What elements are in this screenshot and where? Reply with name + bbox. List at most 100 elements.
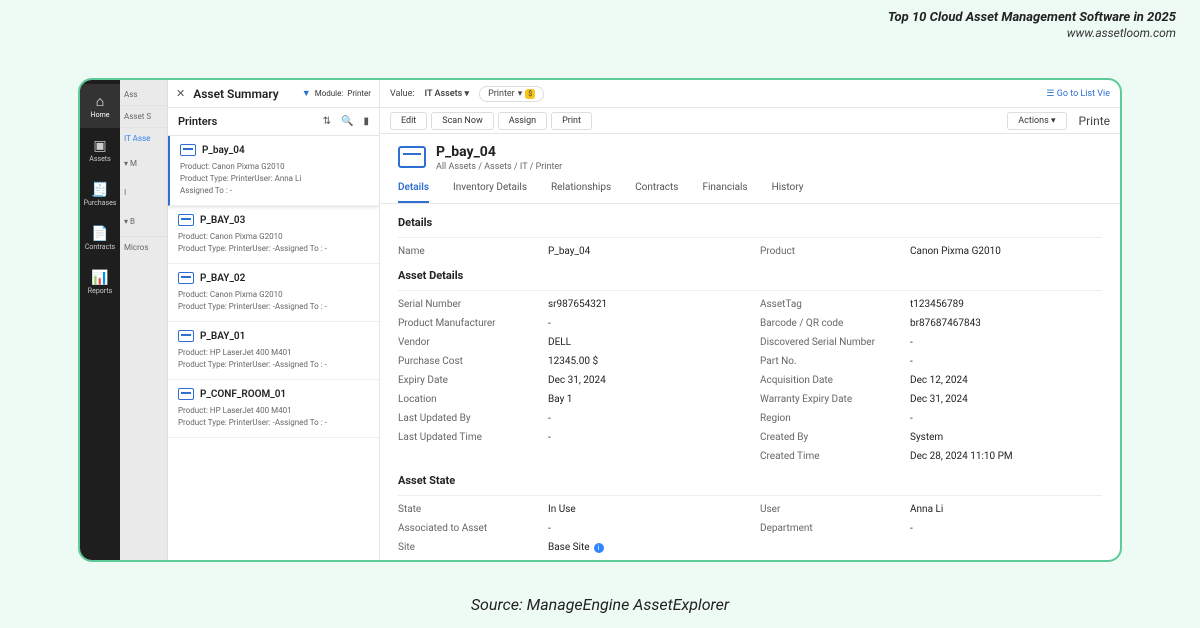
- panel-header: ✕ Asset Summary ▼ Module: Printer: [168, 80, 379, 108]
- printer-meta: Product: HP LaserJet 400 M401: [178, 347, 369, 359]
- filter-icon[interactable]: ▮: [363, 116, 369, 127]
- label-state: State: [398, 504, 528, 515]
- context-bar: Value: IT Assets ▾ Printer ▾ $ ☰ Go to L…: [380, 80, 1120, 108]
- label-associated-asset: Associated to Asset: [398, 523, 528, 534]
- banner-url: www.assetloom.com: [1067, 26, 1176, 40]
- tab-relationships[interactable]: Relationships: [551, 182, 611, 203]
- printer-icon: [178, 388, 194, 400]
- printer-icon: [180, 144, 196, 156]
- label-asset-tag: AssetTag: [760, 299, 890, 310]
- label-region: Region: [760, 413, 890, 424]
- printer-list-item[interactable]: P_CONF_ROOM_01Product: HP LaserJet 400 M…: [168, 380, 379, 438]
- filter-icon: ▼: [302, 88, 311, 99]
- chevron-down-icon[interactable]: ▾ B: [120, 207, 167, 236]
- print-button[interactable]: Print: [551, 112, 592, 130]
- value-region: -: [910, 413, 1102, 424]
- printer-icon: [398, 146, 426, 168]
- printer-meta: Product Type: PrinterUser: -Assigned To …: [178, 359, 369, 371]
- printer-meta: Product Type: PrinterUser: -Assigned To …: [178, 417, 369, 429]
- secondary-nav-item-active[interactable]: IT Asse: [120, 127, 167, 149]
- label-user: User: [760, 504, 890, 515]
- nav-assets[interactable]: ▣ Assets: [80, 128, 120, 172]
- value-dropdown[interactable]: IT Assets ▾: [425, 89, 470, 99]
- value-label: Value:: [390, 89, 415, 99]
- cube-icon: ▣: [93, 138, 106, 154]
- module-filter[interactable]: ▼ Module: Printer: [302, 88, 371, 99]
- value-created-by: System: [910, 432, 1102, 443]
- value-discovered-serial: -: [910, 337, 1102, 348]
- printer-list-item[interactable]: P_BAY_03Product: Canon Pixma G2010Produc…: [168, 206, 379, 264]
- value-associated-asset: -: [548, 523, 740, 534]
- tab-financials[interactable]: Financials: [702, 182, 747, 203]
- nav-label: Home: [91, 112, 110, 119]
- value-serial: sr987654321: [548, 299, 740, 310]
- value-name: P_bay_04: [548, 246, 740, 257]
- printer-list-item[interactable]: P_BAY_01Product: HP LaserJet 400 M401Pro…: [168, 322, 379, 380]
- printer-name: P_CONF_ROOM_01: [200, 389, 286, 400]
- label-serial: Serial Number: [398, 299, 528, 310]
- label-expiry-date: Expiry Date: [398, 375, 528, 386]
- tab-details[interactable]: Details: [398, 182, 429, 203]
- panel-title: Asset Summary: [193, 87, 302, 101]
- tab-inventory-details[interactable]: Inventory Details: [453, 182, 527, 203]
- secondary-nav-item[interactable]: Asset S: [120, 105, 167, 127]
- close-icon[interactable]: ✕: [176, 87, 185, 100]
- secondary-nav-item[interactable]: Micros: [120, 236, 167, 258]
- value-location: Bay 1: [548, 394, 740, 405]
- label-purchase-cost: Purchase Cost: [398, 356, 528, 367]
- printer-meta: Product: Canon Pixma G2010: [178, 231, 369, 243]
- printer-meta: Product: Canon Pixma G2010: [180, 161, 369, 173]
- printer-list-panel: ✕ Asset Summary ▼ Module: Printer Printe…: [168, 80, 380, 560]
- secondary-nav: Ass Asset S IT Asse ▾ M I ▾ B Micros: [120, 80, 168, 560]
- asset-title: P_bay_04: [436, 144, 562, 160]
- label-part-no: Part No.: [760, 356, 890, 367]
- info-icon[interactable]: i: [594, 543, 604, 553]
- nav-label: Reports: [88, 288, 112, 295]
- label-site: Site: [398, 542, 528, 553]
- printer-pill[interactable]: Printer ▾ $: [479, 86, 544, 102]
- label-created-time: Created Time: [760, 451, 890, 462]
- value-purchase-cost: 12345.00 $: [548, 356, 740, 367]
- sort-icon[interactable]: ⇅: [323, 116, 331, 127]
- secondary-nav-item[interactable]: I: [120, 178, 167, 207]
- printer-list-item[interactable]: P_bay_04Product: Canon Pixma G2010Produc…: [168, 136, 379, 206]
- label-acquisition-date: Acquisition Date: [760, 375, 890, 386]
- value-asset-tag: t123456789: [910, 299, 1102, 310]
- go-to-list-view-link[interactable]: ☰ Go to List Vie: [1046, 89, 1110, 99]
- label-warranty-expiry: Warranty Expiry Date: [760, 394, 890, 405]
- nav-home[interactable]: ⌂ Home: [80, 84, 120, 128]
- nav-label: Contracts: [85, 244, 115, 251]
- assign-button[interactable]: Assign: [498, 112, 547, 130]
- banner-title: Top 10 Cloud Asset Management Software i…: [888, 10, 1176, 25]
- label-vendor: Vendor: [398, 337, 528, 348]
- scan-now-button[interactable]: Scan Now: [431, 112, 493, 130]
- details-content: Details Name P_bay_04 Product Canon Pixm…: [380, 204, 1120, 560]
- tab-contracts[interactable]: Contracts: [635, 182, 678, 203]
- tab-history[interactable]: History: [772, 182, 804, 203]
- edit-button[interactable]: Edit: [390, 112, 427, 130]
- section-title-asset-state: Asset State: [398, 462, 1102, 496]
- home-icon: ⌂: [96, 93, 104, 110]
- nav-reports[interactable]: 📊 Reports: [80, 260, 120, 304]
- list-title: Printers: [178, 115, 217, 128]
- breadcrumb[interactable]: All Assets / Assets / IT / Printer: [436, 162, 562, 172]
- printer-list: P_bay_04 Product: Canon Pixma G2010 Produc…: [168, 136, 379, 560]
- nav-contracts[interactable]: 📄 Contracts: [80, 216, 120, 260]
- chart-icon: 📊: [91, 270, 108, 286]
- label-name: Name: [398, 246, 528, 257]
- value-department: -: [910, 523, 1102, 534]
- section-title-asset-details: Asset Details: [398, 257, 1102, 291]
- printer-name: P_BAY_02: [200, 273, 245, 284]
- nav-label: Purchases: [84, 200, 117, 207]
- value-part-no: -: [910, 356, 1102, 367]
- nav-purchases[interactable]: 🧾 Purchases: [80, 172, 120, 216]
- chevron-down-icon[interactable]: ▾ M: [120, 149, 167, 178]
- actions-dropdown[interactable]: Actions ▾: [1007, 112, 1066, 130]
- printer-list-item[interactable]: P_BAY_02Product: Canon Pixma G2010Produc…: [168, 264, 379, 322]
- source-caption: Source: ManageEngine AssetExplorer: [0, 595, 1200, 614]
- secondary-nav-item[interactable]: Ass: [120, 80, 167, 105]
- search-icon[interactable]: 🔍: [341, 116, 353, 127]
- printer-name: P_bay_04: [202, 145, 245, 156]
- value-site: Base Sitei: [548, 542, 740, 553]
- value-acquisition-date: Dec 12, 2024: [910, 375, 1102, 386]
